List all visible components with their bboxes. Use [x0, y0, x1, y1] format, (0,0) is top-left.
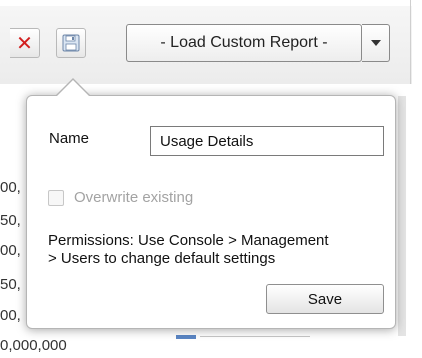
report-name-input[interactable]: [150, 126, 384, 156]
permissions-note: Permissions: Use Console > Management > …: [48, 232, 388, 268]
scrollbar[interactable]: [398, 96, 406, 336]
axis-value: 50,: [0, 212, 21, 229]
legend-line: [200, 336, 310, 337]
save-button[interactable]: Save: [266, 284, 384, 314]
permissions-line: > Users to change default settings: [48, 250, 276, 267]
close-icon: ✕: [16, 31, 33, 55]
chevron-down-icon: [370, 40, 381, 46]
overwrite-checkbox[interactable]: [48, 190, 64, 206]
axis-value: 00,: [0, 242, 21, 259]
axis-value: 00,: [0, 307, 21, 324]
save-report-button[interactable]: [56, 28, 86, 58]
report-select-value: - Load Custom Report -: [160, 34, 328, 51]
floppy-disk-icon: [62, 34, 80, 52]
delete-button[interactable]: ✕: [10, 28, 40, 58]
overwrite-label: Overwrite existing: [74, 189, 194, 206]
axis-value: 00,: [0, 179, 21, 196]
save-button-label: Save: [307, 290, 343, 308]
report-dropdown-button[interactable]: [362, 24, 390, 62]
legend-swatch: [176, 335, 196, 339]
popup-pointer-fill: [57, 80, 89, 96]
axis-value: 0,000,000: [0, 337, 67, 354]
load-custom-report-select[interactable]: - Load Custom Report -: [126, 24, 362, 62]
permissions-line: Permissions: Use Console > Management: [48, 232, 329, 249]
axis-value: 50,: [0, 276, 21, 293]
name-label: Name: [49, 130, 90, 147]
